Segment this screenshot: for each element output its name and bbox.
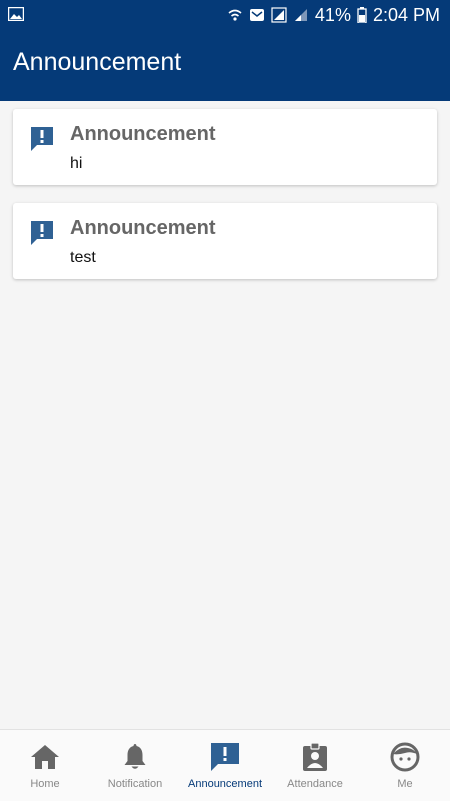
announcement-title: Announcement [70,217,216,239]
announcement-list: Announcement hi Announcement test [13,109,437,297]
nav-item-notification[interactable]: Notification [90,730,180,801]
wifi-icon [228,9,242,21]
battery-icon [357,7,367,23]
nav-label: Attendance [287,778,343,790]
announcement-icon [31,221,53,245]
nav-item-attendance[interactable]: Attendance [270,730,360,801]
announcement-body: test [70,249,96,266]
face-icon [390,742,420,772]
status-time: 2:04 PM [372,4,440,25]
nav-label: Home [30,778,60,790]
announcement-card[interactable]: Announcement test [13,203,437,279]
signal-icon [271,7,287,23]
signal-icon [294,9,307,21]
image-icon [8,7,24,21]
page-title: Announcement [13,48,182,76]
announcement-card[interactable]: Announcement hi [13,109,437,185]
badge-icon [303,742,327,771]
announcement-icon [31,127,53,151]
nav-item-home[interactable]: Home [0,730,90,801]
status-bar: 41% 2:04 PM [0,0,450,30]
app-bar: Announcement [0,30,450,101]
message-icon [249,9,264,21]
bell-icon [124,744,146,769]
battery-percent: 41% [314,4,351,25]
nav-label: Notification [107,778,163,790]
announcement-body: hi [70,155,83,172]
nav-item-announcement[interactable]: Announcement [180,730,270,801]
announcement-icon [211,743,239,771]
bottom-navigation: Home Notification Announcement Attendanc… [0,729,450,801]
nav-item-me[interactable]: Me [360,730,450,801]
announcement-title: Announcement [70,123,216,145]
home-icon [31,745,59,769]
nav-label: Announcement [188,778,262,790]
nav-label: Me [397,778,413,790]
